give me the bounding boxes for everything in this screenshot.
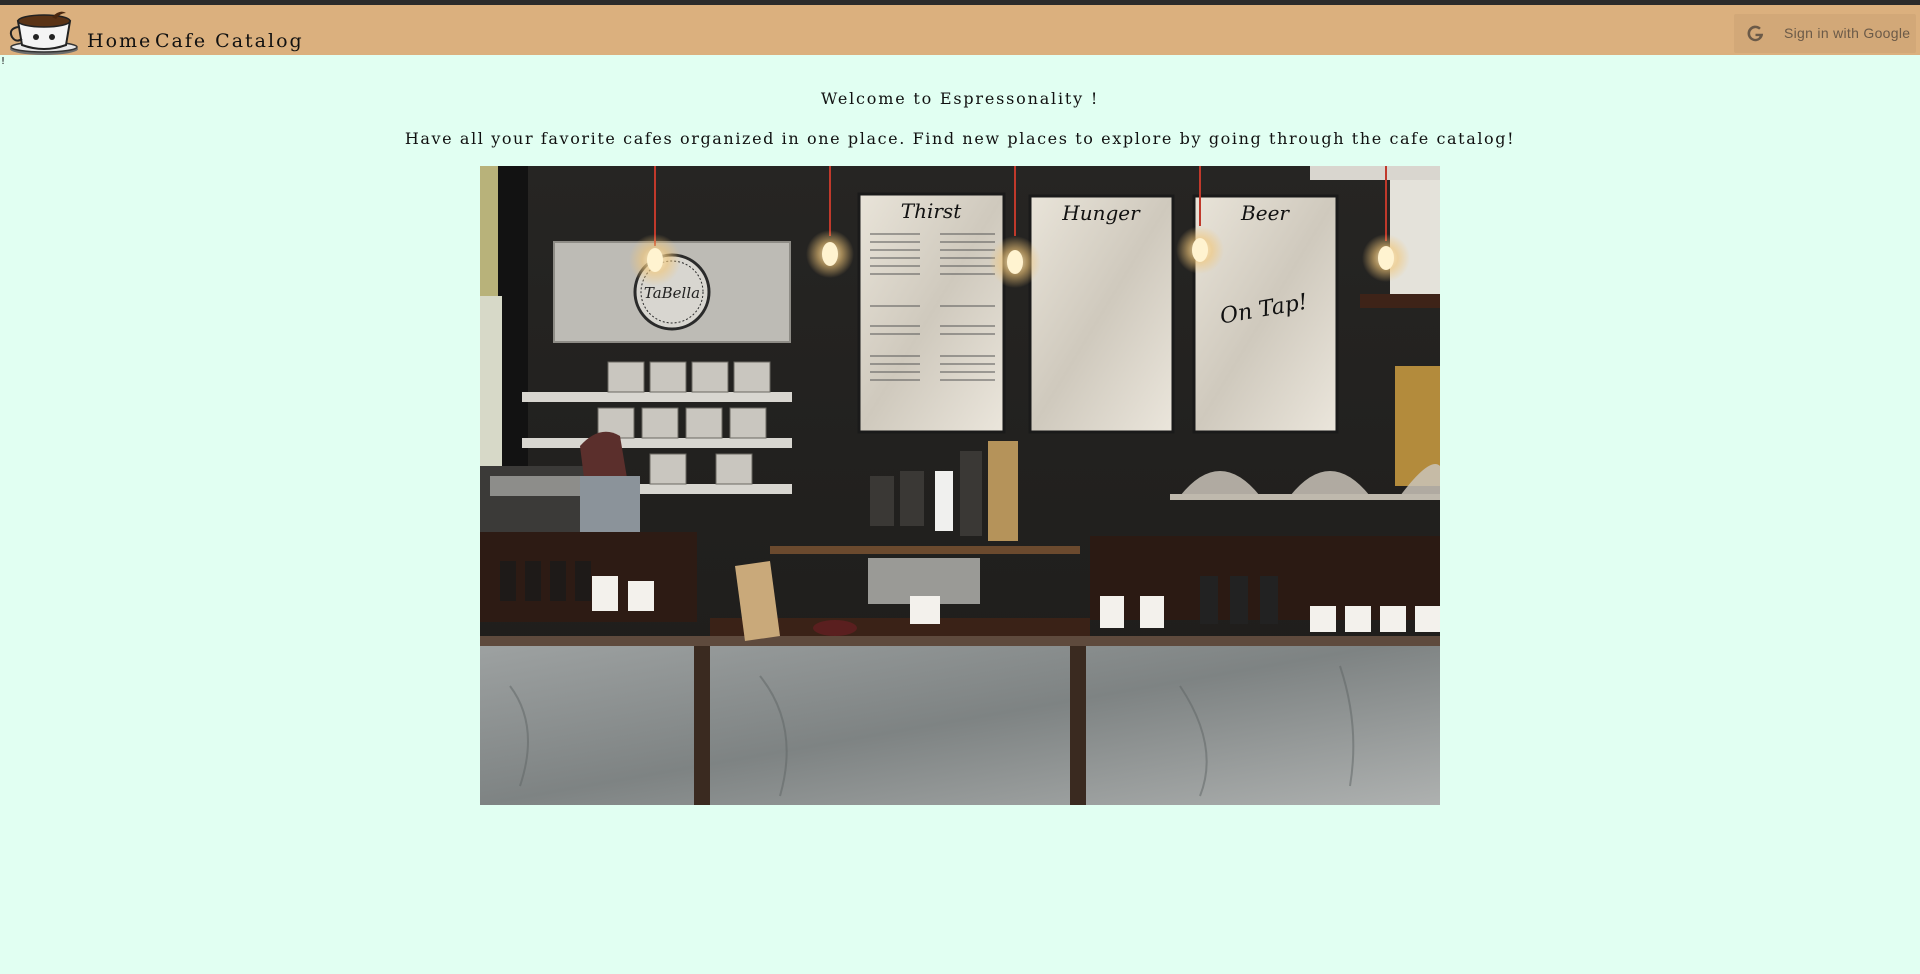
sign-logo-text: TaBella [644, 284, 700, 302]
google-signin-button[interactable]: Sign in with Google [1734, 14, 1916, 53]
nav-home-link[interactable]: Home [87, 30, 152, 52]
coffee-cup-logo-icon[interactable] [8, 7, 82, 57]
cafe-interior-illustration: TaBella Thirst Hunger Beer On Tap! [480, 166, 1440, 805]
tagline-text: Have all your favorite cafes organized i… [404, 129, 1516, 148]
board-hunger-title: Hunger [1061, 201, 1141, 225]
board-beer-title: Beer [1240, 201, 1290, 225]
board-thirst-title: Thirst [901, 199, 962, 223]
stray-mark: ! [1, 56, 6, 67]
nav-cafe-catalog-link[interactable]: Cafe Catalog [155, 30, 304, 52]
navbar: Home Cafe Catalog Sign in with Google [0, 5, 1920, 55]
welcome-heading: Welcome to Espressonality ! [820, 89, 1100, 108]
google-g-icon [1747, 25, 1764, 42]
google-signin-label: Sign in with Google [1784, 25, 1911, 41]
cafe-hero-image: TaBella Thirst Hunger Beer On Tap! [480, 166, 1440, 805]
